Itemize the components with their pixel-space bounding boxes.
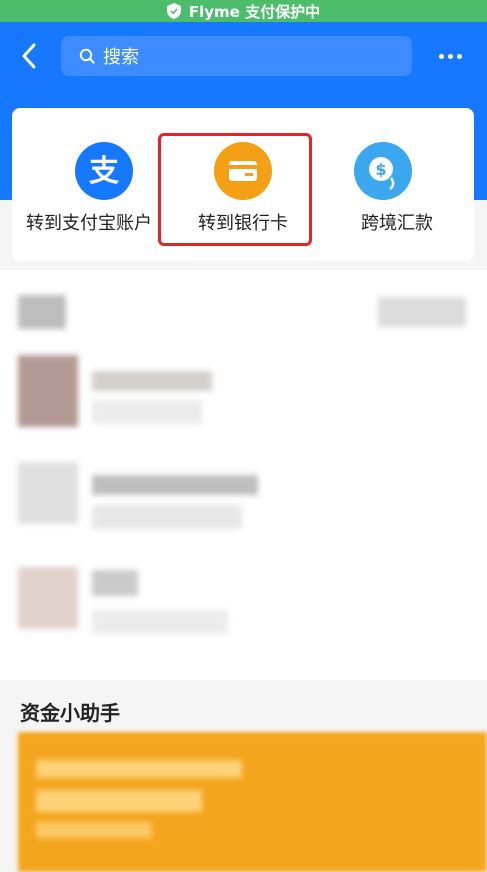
text-placeholder xyxy=(92,400,202,424)
shield-icon xyxy=(166,3,181,19)
text-placeholder xyxy=(92,570,138,596)
action-label: 转到支付宝账户 xyxy=(26,213,152,234)
alipay-icon: 支 xyxy=(75,142,133,200)
banner-text-placeholder xyxy=(36,790,202,812)
assistant-section-title: 资金小助手 xyxy=(20,701,120,725)
more-dots-icon xyxy=(438,53,444,59)
list-item[interactable] xyxy=(18,567,78,629)
list-item[interactable] xyxy=(18,355,78,427)
text-placeholder xyxy=(92,610,228,634)
search-icon xyxy=(79,48,95,64)
status-bar-text: Flyme 支付保护中 xyxy=(188,2,321,21)
status-bar: Flyme 支付保护中 xyxy=(0,0,487,22)
action-label: 跨境汇款 xyxy=(361,213,433,234)
chevron-left-icon xyxy=(22,43,36,69)
svg-text:支: 支 xyxy=(89,154,119,189)
text-placeholder xyxy=(92,475,258,495)
recent-contacts-list xyxy=(0,270,487,680)
search-placeholder: 搜索 xyxy=(103,47,139,68)
more-button[interactable] xyxy=(432,42,468,70)
cross-border-remittance-icon: $ xyxy=(354,142,412,200)
highlight-box xyxy=(158,133,312,246)
back-button[interactable] xyxy=(14,36,44,76)
avatar-placeholder xyxy=(18,295,66,329)
text-placeholder xyxy=(92,505,242,529)
search-input[interactable]: 搜索 xyxy=(61,36,412,76)
svg-text:$: $ xyxy=(375,160,386,179)
text-placeholder xyxy=(92,371,212,391)
banner-text-placeholder xyxy=(36,760,242,778)
cross-border-remittance-button[interactable]: $ 跨境汇款 xyxy=(320,108,474,261)
text-placeholder xyxy=(378,297,466,327)
banner-text-placeholder xyxy=(36,822,152,838)
transfer-to-alipay-button[interactable]: 支 转到支付宝账户 xyxy=(12,108,166,261)
list-item[interactable] xyxy=(18,462,78,524)
